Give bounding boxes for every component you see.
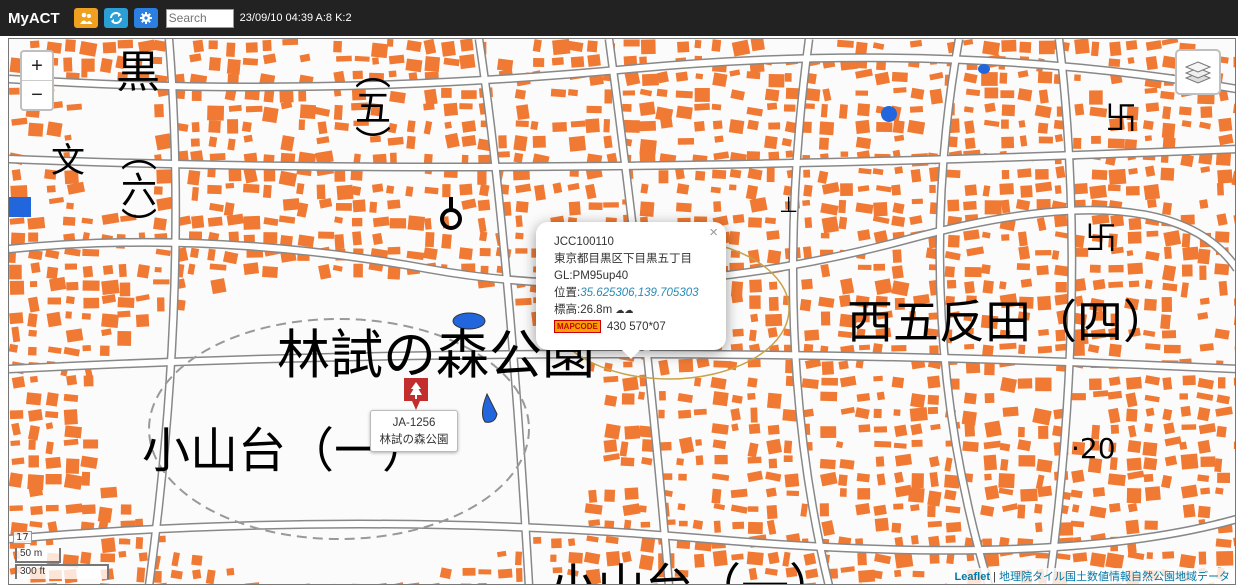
popup-close-button[interactable]: × — [709, 224, 718, 241]
weather-icon[interactable]: ☁☁ — [615, 305, 633, 315]
marker-label: JA-1256 林試の森公園 — [370, 410, 458, 452]
marker-code: JA-1256 — [392, 417, 436, 429]
attribution-separator: | — [990, 571, 999, 583]
popup-elevation-text: 標高:26.8m — [554, 304, 613, 316]
popup-jcc: JCC100110 — [554, 236, 614, 248]
sync-icon — [109, 12, 122, 24]
zoom-control: + − — [20, 50, 54, 111]
settings-button[interactable] — [133, 8, 158, 28]
leaflet-link[interactable]: Leaflet — [955, 571, 990, 583]
gear-icon — [139, 12, 152, 24]
map-label-roku: （六） — [115, 135, 156, 243]
nature-park-data-link[interactable]: 国土数値情報自然公園地域データ — [1065, 571, 1230, 583]
map-label-go: （五） — [349, 53, 390, 161]
location-popup: × JCC100110 東京都目黒区下目黒五丁目 GL:PM95up40 位置:… — [536, 222, 726, 359]
attribution: Leaflet | 地理院タイル国土数値情報自然公園地域データ — [949, 568, 1235, 584]
map-label-nishigotanda: 西五反田（四） — [847, 295, 1169, 349]
map-label-kuro: 黒 — [116, 47, 160, 98]
scale-imperial: 300 ft — [15, 564, 109, 579]
popup-mapcode-value: 430 570*07 — [606, 321, 666, 333]
zoom-level: 17 — [13, 531, 32, 544]
people-icon — [79, 12, 93, 24]
popup-address: 東京都目黒区下目黒五丁目 — [554, 253, 692, 265]
map-label-20: ·20 — [1071, 432, 1116, 465]
popup-elevation: 標高:26.8m ☁☁ — [554, 302, 726, 319]
sync-button[interactable] — [103, 8, 128, 28]
popup-coords[interactable]: 35.625306,139.705303 — [580, 287, 698, 299]
map-label-koyamadai-bottom: 小山台（一） — [549, 563, 837, 584]
status-text: 23/09/10 04:39 A:8 K:2 — [239, 12, 352, 24]
svg-text:⊥: ⊥ — [779, 193, 798, 218]
popup-position-label: 位置: — [554, 287, 581, 299]
svg-text:卐: 卐 — [1105, 99, 1137, 137]
popup-mapcode: MAPCODE 430 570*07 — [554, 319, 726, 336]
popup-tip — [621, 349, 641, 359]
layers-icon — [1185, 61, 1211, 84]
top-navbar: MyACT 23/09/10 04:39 A:8 K:2 — [0, 0, 1238, 36]
popup-position: 位置:35.625306,139.705303 — [554, 285, 726, 302]
scale-metric: 50 m — [15, 548, 61, 563]
people-button[interactable] — [73, 8, 98, 28]
map-view[interactable]: 卐卐文⊥ 黒 （五） （六） 林試の森公園 西五反田（四） 小山台（一） 小山台… — [8, 38, 1236, 585]
marker-name: 林試の森公園 — [379, 434, 449, 446]
zoom-out-button[interactable]: − — [22, 80, 52, 109]
search-input[interactable] — [165, 8, 234, 28]
popup-grid: GL:PM95up40 — [554, 270, 629, 282]
gsi-tile-link[interactable]: 地理院タイル — [999, 571, 1065, 583]
zoom-in-button[interactable]: + — [22, 52, 52, 80]
layers-button[interactable] — [1175, 49, 1221, 95]
mapcode-logo[interactable]: MAPCODE — [554, 320, 601, 334]
svg-text:文: 文 — [51, 141, 85, 181]
park-marker-icon[interactable] — [401, 376, 431, 412]
app-title[interactable]: MyACT — [8, 10, 60, 27]
svg-text:卐: 卐 — [1085, 219, 1117, 257]
